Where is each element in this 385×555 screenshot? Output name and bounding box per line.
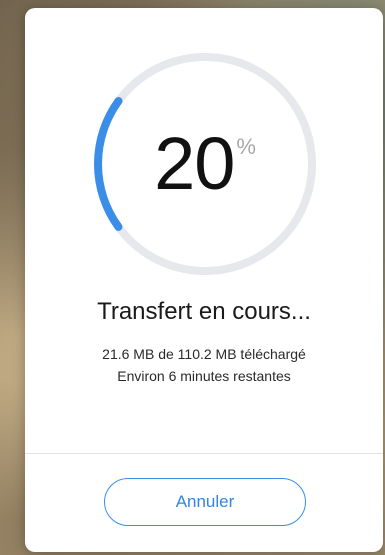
progress-ring: 20 % xyxy=(91,50,319,278)
cancel-button[interactable]: Annuler xyxy=(104,478,306,526)
dialog-divider xyxy=(25,453,383,454)
progress-percent-sign: % xyxy=(236,134,256,159)
progress-percent-value: 20 xyxy=(154,122,235,205)
progress-readout: 20 % xyxy=(91,50,319,278)
downloaded-size-text: 21.6 MB de 110.2 MB téléchargé xyxy=(102,346,306,362)
time-remaining-text: Environ 6 minutes restantes xyxy=(117,368,291,384)
transfer-dialog: 20 % Transfert en cours... 21.6 MB de 11… xyxy=(25,8,383,552)
transfer-status-title: Transfert en cours... xyxy=(97,298,311,325)
